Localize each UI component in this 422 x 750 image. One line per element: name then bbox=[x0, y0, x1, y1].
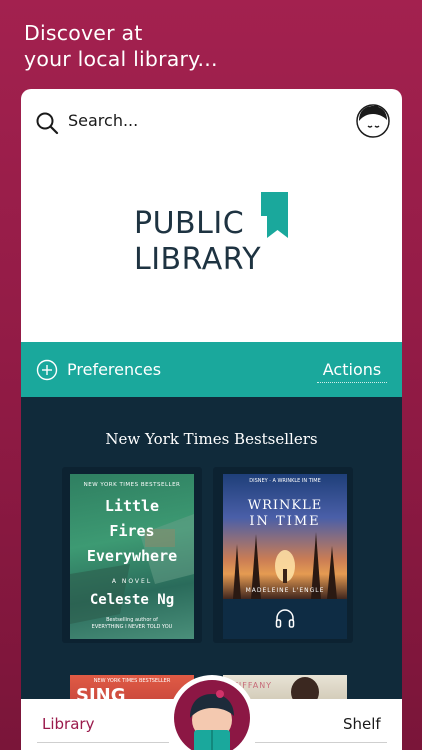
book-blurb-line: Bestselling author of bbox=[106, 617, 158, 623]
search-input[interactable]: Search... bbox=[68, 111, 138, 130]
book-card[interactable]: DISNEY · A WRINKLE IN TIME WRINKLE IN TI… bbox=[213, 467, 353, 643]
book-cover[interactable]: NEW YORK TIMES BESTSELLER Little Fires E… bbox=[70, 474, 194, 639]
tab-divider bbox=[255, 742, 387, 743]
libby-reader-icon bbox=[174, 680, 250, 750]
headphones-icon bbox=[275, 609, 295, 628]
app-screen: Search... PUBLIC LIBRARY Preferences Act… bbox=[21, 89, 402, 750]
logo-line-1: PUBLIC bbox=[134, 206, 245, 241]
preferences-bar: Preferences Actions bbox=[21, 342, 402, 397]
book-title-line: Fires bbox=[109, 522, 155, 540]
book-card[interactable]: NEW YORK TIMES BESTSELLER Little Fires E… bbox=[62, 467, 202, 643]
book-tag: DISNEY · A WRINKLE IN TIME bbox=[249, 478, 321, 484]
library-logo: PUBLIC LIBRARY bbox=[134, 189, 294, 284]
book-author: MADELEINE L'ENGLE bbox=[245, 587, 325, 594]
tab-shelf[interactable]: Shelf bbox=[343, 715, 381, 733]
book-title-line: WRINKLE bbox=[247, 498, 323, 513]
search-bar[interactable]: Search... bbox=[21, 89, 402, 151]
bookmark-icon bbox=[261, 192, 288, 238]
book-cover[interactable]: DISNEY · A WRINKLE IN TIME WRINKLE IN TI… bbox=[223, 474, 347, 599]
add-circle-icon[interactable] bbox=[36, 359, 58, 381]
preferences-button[interactable]: Preferences bbox=[67, 360, 161, 379]
book-tag: NEW YORK TIMES BESTSELLER bbox=[93, 678, 171, 684]
book-title-line: Everywhere bbox=[86, 547, 178, 565]
book-blurb-line: EVERYTHING I NEVER TOLD YOU bbox=[91, 624, 173, 630]
libby-mascot-icon bbox=[190, 690, 234, 750]
book-blurb: Bestselling author of EVERYTHING I NEVER… bbox=[70, 617, 194, 631]
promo-headline-line1: Discover at bbox=[24, 21, 143, 45]
book-author: Celeste Ng bbox=[89, 592, 175, 608]
promo-headline: Discover at your local library... bbox=[24, 20, 384, 72]
actions-button[interactable]: Actions bbox=[317, 360, 387, 383]
audiobook-indicator bbox=[223, 599, 347, 639]
book-subtitle: A NOVEL bbox=[111, 578, 153, 585]
tab-library[interactable]: Library bbox=[42, 715, 94, 733]
section-title: New York Times Bestsellers bbox=[105, 430, 318, 448]
tab-divider bbox=[37, 742, 169, 743]
search-icon[interactable] bbox=[35, 111, 59, 135]
cover-art-icon bbox=[233, 532, 337, 599]
promo-headline-line2: your local library... bbox=[24, 47, 218, 71]
book-title-line: Little bbox=[104, 497, 160, 515]
logo-line-2: LIBRARY bbox=[134, 242, 262, 277]
libby-avatar-icon[interactable] bbox=[356, 104, 390, 138]
book-title-line: IN TIME bbox=[249, 514, 321, 529]
book-tag: NEW YORK TIMES BESTSELLER bbox=[83, 482, 181, 488]
